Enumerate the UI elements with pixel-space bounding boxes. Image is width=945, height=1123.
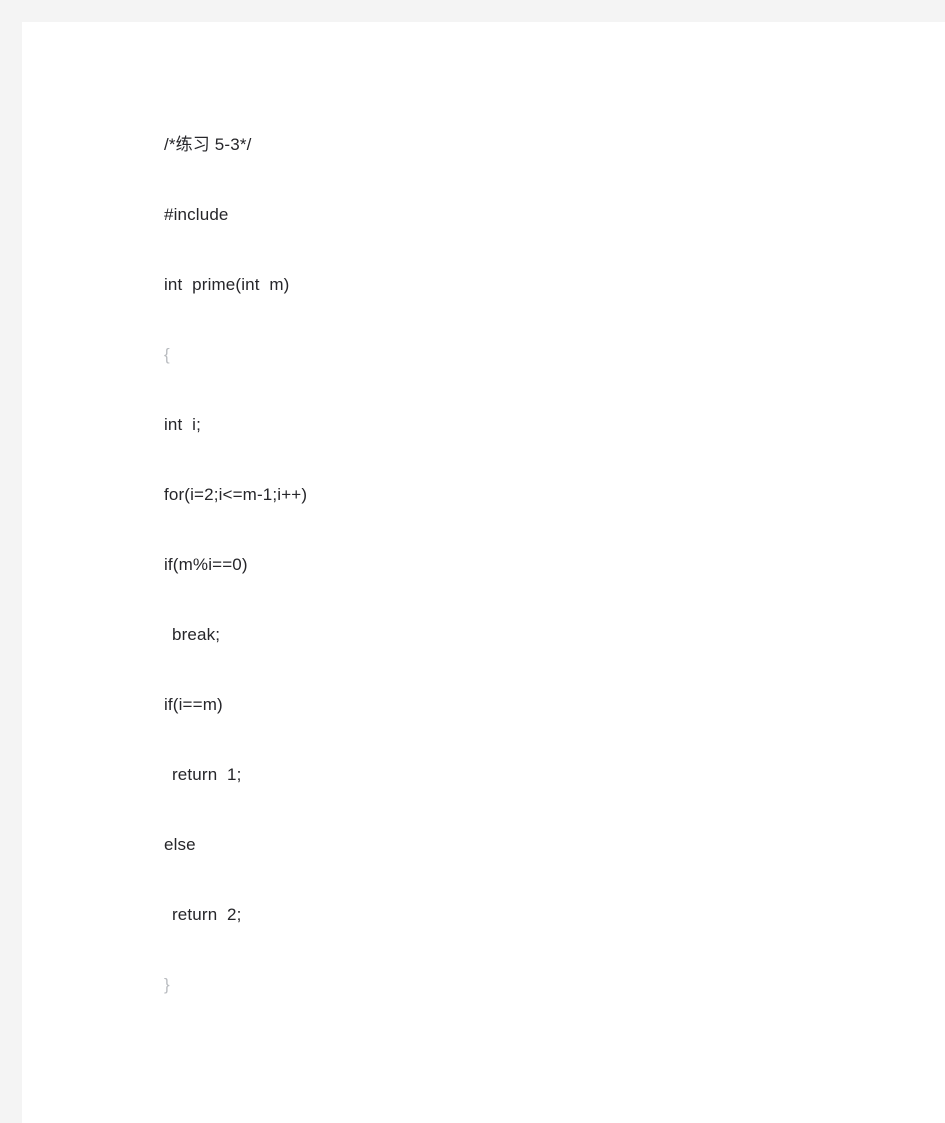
code-line: } bbox=[164, 975, 170, 994]
code-line: int i; bbox=[164, 415, 201, 434]
code-line: for(i=2;i<=m-1;i++) bbox=[164, 485, 308, 504]
code-line: /*练习 5-3*/ bbox=[164, 135, 252, 154]
code-line: int prime(int m) bbox=[164, 275, 290, 294]
document-viewer: /*练习 5-3*/ #include int prime(int m) { int i… bbox=[0, 0, 945, 1123]
code-line: return 1; bbox=[172, 765, 242, 784]
code-line: if(m%i==0) bbox=[164, 555, 248, 574]
code-line: break; bbox=[172, 625, 221, 644]
code-line: else bbox=[164, 835, 196, 854]
code-line: return 2; bbox=[172, 905, 242, 924]
document-page: /*练习 5-3*/ #include int prime(int m) { int i… bbox=[22, 22, 945, 1123]
code-content: /*练习 5-3*/ #include int prime(int m) { int i… bbox=[164, 110, 864, 1020]
code-line: #include bbox=[164, 205, 229, 224]
code-line: if(i==m) bbox=[164, 695, 223, 714]
code-line: { bbox=[164, 345, 170, 364]
